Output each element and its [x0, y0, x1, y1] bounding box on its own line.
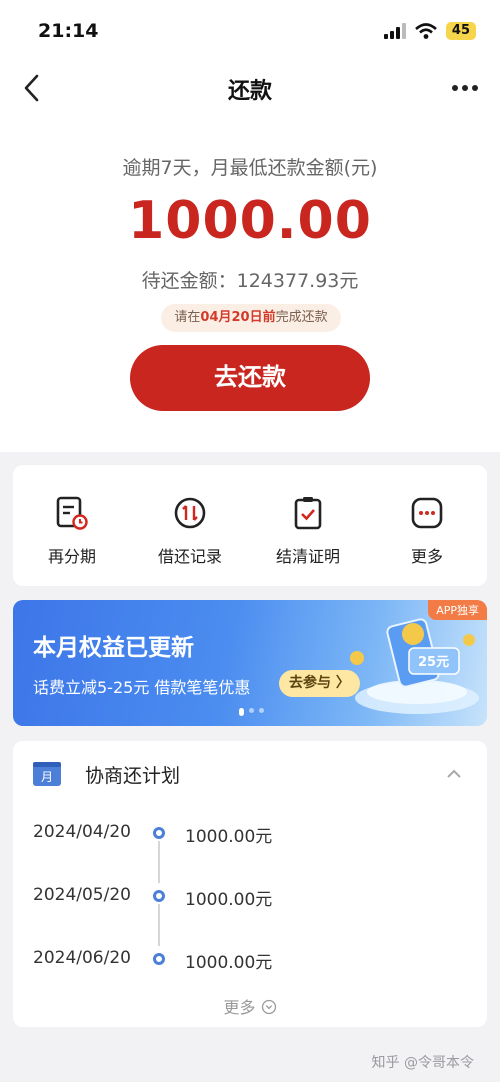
calendar-icon: 月	[33, 762, 61, 786]
action-reinstallment[interactable]: 再分期	[17, 493, 127, 567]
signal-icon	[383, 23, 406, 39]
timeline-connector	[158, 841, 160, 883]
banner-title: 本月权益已更新	[33, 635, 194, 661]
settlement-certificate-icon	[294, 497, 322, 530]
carousel-indicator	[239, 708, 264, 716]
plan-row: 2024/05/20 1000.00元	[33, 885, 473, 910]
calendar-label: 月	[41, 770, 53, 784]
app-exclusive-tag: APP独享	[428, 600, 487, 620]
plan-title: 协商还计划	[85, 765, 181, 787]
more-dots-icon	[411, 497, 443, 529]
timeline-connector	[158, 904, 160, 946]
action-records[interactable]: 借还记录	[135, 493, 245, 567]
timeline-node	[153, 827, 165, 839]
plan-date: 2024/06/20	[33, 948, 131, 968]
action-more[interactable]: 更多	[372, 493, 482, 567]
overdue-label: 逾期7天，月最低还款金额(元)	[122, 157, 378, 179]
status-time: 21:14	[38, 20, 99, 42]
plan-date: 2024/05/20	[33, 885, 131, 905]
records-icon	[174, 497, 206, 529]
deadline-date: 04月20日前	[200, 310, 276, 325]
watermark: 知乎 @令哥本令	[371, 1055, 474, 1071]
timeline-node	[153, 953, 165, 965]
quick-actions: 再分期 借还记录 结清证明 更多	[13, 465, 487, 586]
plan-amount: 1000.00元	[185, 890, 273, 910]
coupon-value: 25元	[418, 655, 449, 670]
battery-indicator: 45	[445, 22, 476, 40]
action-label: 借还记录	[157, 547, 222, 566]
header-section: 21:14 45 还款 逾期7天，月最低还款金额(元) 1000.00 待还金额…	[0, 0, 500, 452]
action-label: 再分期	[47, 547, 96, 566]
repay-button[interactable]: 去还款	[130, 345, 370, 411]
more-options-button[interactable]	[452, 78, 478, 98]
reinstallment-icon	[56, 496, 88, 530]
plan-row: 2024/04/20 1000.00元	[33, 822, 473, 847]
banner-subtitle: 话费立减5-25元 借款笔笔优惠	[33, 678, 251, 697]
timeline-node	[153, 890, 165, 902]
join-button[interactable]: 去参与 〉	[279, 670, 360, 697]
plan-more-button[interactable]: 更多	[13, 994, 487, 1018]
chevron-down-icon	[261, 999, 276, 1015]
action-label: 更多	[410, 547, 443, 566]
action-label: 结清证明	[275, 547, 340, 566]
plan-amount: 1000.00元	[185, 953, 273, 973]
promo-banner[interactable]: 25元 APP独享 本月权益已更新 话费立减5-25元 借款笔笔优惠 去参与 〉	[13, 600, 487, 726]
status-icons: 45	[383, 22, 476, 40]
plan-date: 2024/04/20	[33, 822, 131, 842]
pending-amount: 待还金额：124377.93元	[141, 270, 359, 292]
deadline-notice: 请在04月20日前完成还款	[161, 304, 341, 332]
wifi-icon	[415, 23, 437, 39]
page-title: 还款	[227, 79, 272, 104]
action-settlement-certificate[interactable]: 结清证明	[253, 493, 363, 567]
plan-amount: 1000.00元	[185, 827, 273, 847]
repayment-plan-card: 月 协商还计划 2024/04/20 1000.00元 2024/05/20 1…	[13, 741, 487, 1027]
chevron-up-icon[interactable]	[447, 767, 461, 781]
minimum-repayment-amount: 1000.00	[128, 191, 372, 251]
plan-row: 2024/06/20 1000.00元	[33, 948, 473, 973]
